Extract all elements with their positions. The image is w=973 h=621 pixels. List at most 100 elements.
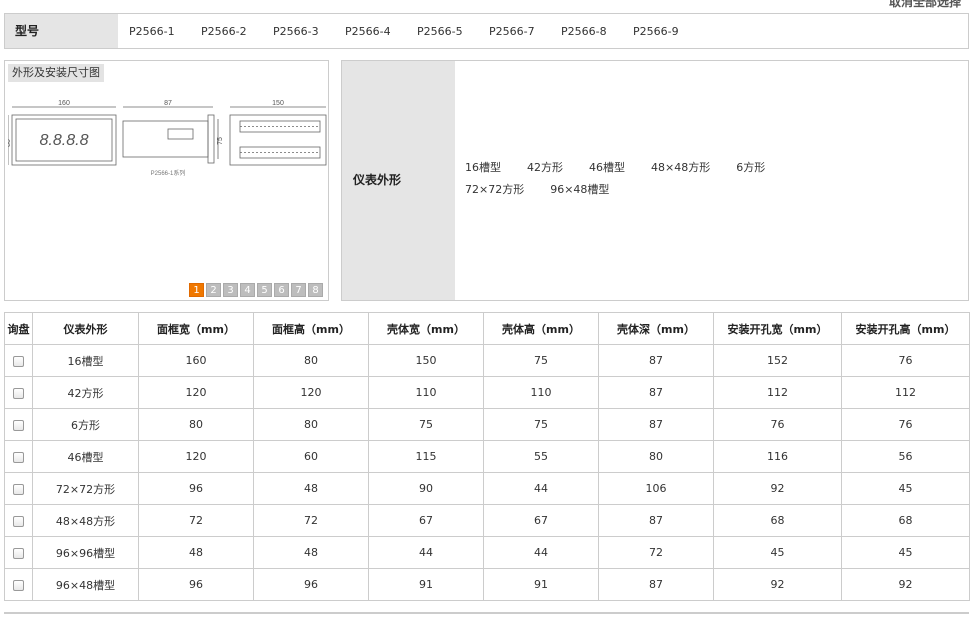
shape-option[interactable]: 16槽型	[465, 161, 501, 175]
front-height-label: 80	[8, 139, 12, 147]
model-option[interactable]: P2566-7	[489, 25, 561, 38]
dimension-cell: 92	[713, 472, 842, 505]
page-button[interactable]: 5	[257, 283, 272, 297]
dimension-cell: 60	[253, 440, 369, 473]
inquiry-checkbox[interactable]	[13, 451, 24, 463]
dimension-cell: 48	[253, 472, 369, 505]
side-view-clip	[167, 128, 194, 140]
shape-option[interactable]: 48×48方形	[651, 161, 710, 175]
model-list: P2566-1 P2566-2 P2566-3 P2566-4 P2566-5 P2566…	[129, 14, 705, 48]
dimension-cell: 80	[138, 408, 254, 441]
dimension-cell: 44	[368, 536, 484, 569]
shape-option[interactable]: 72×72方形	[465, 183, 524, 197]
page-button[interactable]: 4	[240, 283, 255, 297]
inquiry-cell	[4, 440, 33, 473]
dimension-cell: 87	[598, 568, 714, 601]
dimension-cell: 160	[138, 344, 254, 377]
dimension-cell: 90	[368, 472, 484, 505]
table-header-row: 询盘 仪表外形 面框宽（mm） 面框高（mm） 壳体宽（mm） 壳体高（mm） 壳体深（mm…	[4, 312, 970, 345]
shape-option[interactable]: 46槽型	[589, 161, 625, 175]
inquiry-checkbox[interactable]	[13, 547, 24, 559]
dimension-cell: 76	[841, 344, 970, 377]
shape-option[interactable]: 6方形	[736, 161, 765, 175]
page-button[interactable]: 8	[308, 283, 323, 297]
dimension-cell: 72	[253, 504, 369, 537]
table-row: 6方形 80 80 75 75 87 76 76	[4, 408, 970, 441]
table-row: 42方形 120 120 110 110 87 112 112	[4, 376, 970, 409]
dimension-cell: 75	[368, 408, 484, 441]
shape-cell: 72×72方形	[32, 472, 139, 505]
model-option[interactable]: P2566-5	[417, 25, 489, 38]
model-bar: 型号 P2566-1 P2566-2 P2566-3 P2566-4 P2566-5 P2…	[4, 13, 969, 49]
inquiry-checkbox[interactable]	[13, 355, 24, 367]
shape-cell: 96×48槽型	[32, 568, 139, 601]
dimension-cell: 91	[483, 568, 599, 601]
page-button[interactable]: 2	[206, 283, 221, 297]
table-header-cell: 安装开孔高（mm）	[841, 312, 970, 345]
cancel-all-selection-link[interactable]: 取消全部选择	[889, 0, 961, 10]
dimension-cell: 110	[483, 376, 599, 409]
dimension-cell: 87	[598, 376, 714, 409]
inquiry-cell	[4, 536, 33, 569]
dimension-cell: 44	[483, 536, 599, 569]
shape-option[interactable]: 42方形	[527, 161, 563, 175]
dimension-cell: 76	[713, 408, 842, 441]
side-view-flange	[207, 114, 215, 164]
model-option[interactable]: P2566-9	[633, 25, 705, 38]
table-header-cell: 壳体深（mm）	[598, 312, 714, 345]
diagram-title: 外形及安装尺寸图	[8, 64, 104, 82]
dimension-cell: 48	[138, 536, 254, 569]
dimension-cell: 92	[713, 568, 842, 601]
dimension-cell: 68	[841, 504, 970, 537]
model-option[interactable]: P2566-3	[273, 25, 345, 38]
page-button[interactable]: 6	[274, 283, 289, 297]
dimension-cell: 55	[483, 440, 599, 473]
dimension-cell: 45	[841, 472, 970, 505]
dimension-cell: 45	[713, 536, 842, 569]
table-row: 72×72方形 96 48 90 44 106 92 45	[4, 472, 970, 505]
dimension-cell: 152	[713, 344, 842, 377]
model-option[interactable]: P2566-2	[201, 25, 273, 38]
diagram-caption: P2566-1系列	[151, 169, 186, 177]
inquiry-cell	[4, 408, 33, 441]
inquiry-checkbox[interactable]	[13, 579, 24, 591]
model-option[interactable]: P2566-4	[345, 25, 417, 38]
dimension-cell: 110	[368, 376, 484, 409]
dimension-cell: 68	[713, 504, 842, 537]
diagram-pager: 12345678	[189, 283, 323, 297]
table-header-cell: 壳体高（mm）	[483, 312, 599, 345]
dimension-cell: 96	[138, 472, 254, 505]
dimension-drawing: 160 87 150 80 75 8.8.8.8 P2566-1系列	[8, 100, 327, 177]
inquiry-checkbox[interactable]	[13, 515, 24, 527]
dimension-cell: 56	[841, 440, 970, 473]
dimension-cell: 112	[713, 376, 842, 409]
shape-option[interactable]: 96×48槽型	[550, 183, 609, 197]
model-option[interactable]: P2566-1	[129, 25, 201, 38]
model-option[interactable]: P2566-8	[561, 25, 633, 38]
bottom-divider	[4, 612, 969, 614]
rear-width-label: 150	[272, 100, 284, 107]
dimension-cell: 91	[368, 568, 484, 601]
model-label: 型号	[5, 14, 118, 48]
dimension-cell: 106	[598, 472, 714, 505]
dimension-cell: 96	[138, 568, 254, 601]
table-row: 96×48槽型 96 96 91 91 87 92 92	[4, 568, 970, 601]
dimension-cell: 80	[253, 344, 369, 377]
table-header-cell: 面框高（mm）	[253, 312, 369, 345]
shape-cell: 96×96槽型	[32, 536, 139, 569]
table-header-cell: 壳体宽（mm）	[368, 312, 484, 345]
page-button[interactable]: 7	[291, 283, 306, 297]
dimension-cell: 75	[483, 408, 599, 441]
page-button[interactable]: 3	[223, 283, 238, 297]
dimension-cell: 76	[841, 408, 970, 441]
inquiry-checkbox[interactable]	[13, 419, 24, 431]
page-button[interactable]: 1	[189, 283, 204, 297]
table-row: 96×96槽型 48 48 44 44 72 45 45	[4, 536, 970, 569]
inquiry-checkbox[interactable]	[13, 387, 24, 399]
inquiry-cell	[4, 568, 33, 601]
dimension-cell: 45	[841, 536, 970, 569]
inquiry-checkbox[interactable]	[13, 483, 24, 495]
table-row: 46槽型 120 60 115 55 80 116 56	[4, 440, 970, 473]
rear-height-label: 75	[217, 137, 224, 145]
dimension-cell: 67	[483, 504, 599, 537]
